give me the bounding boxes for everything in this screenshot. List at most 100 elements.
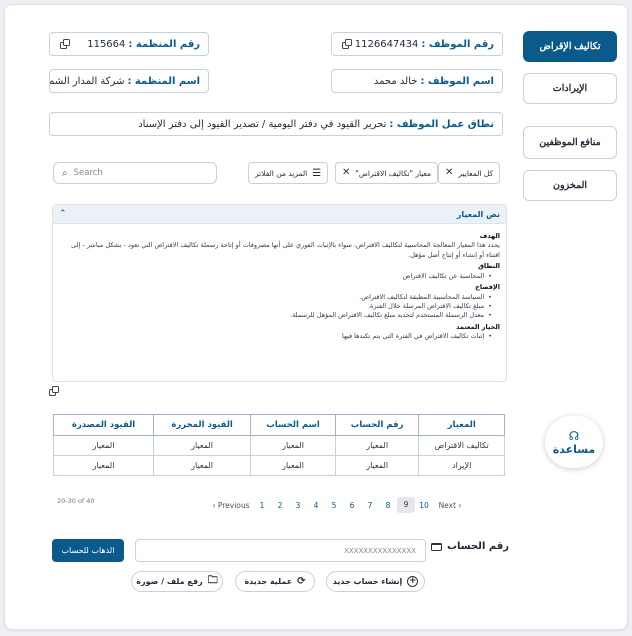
page-link[interactable]: 8	[379, 501, 397, 510]
more-filters-label: المزيد من الفلاتر	[255, 168, 308, 178]
work-scope-field: نطاق عمل الموظف : تحرير القيود في دفتر ا…	[49, 112, 503, 136]
pagination-range: 20-30 of 40	[57, 497, 95, 505]
standard-panel-body: الهدف يحدد هذا المعيار المعالجة المحاسبي…	[53, 224, 506, 342]
account-number-label: رقم الحساب	[447, 541, 509, 552]
org-number-value: 115664	[87, 38, 126, 50]
table-cell: الإيراد	[418, 455, 505, 476]
section-heading: النطاق	[478, 262, 500, 271]
new-account-label: إنشاء حساب جديد	[332, 577, 403, 586]
search-input[interactable]: ⌕ Search	[53, 162, 217, 184]
help-label: مساعدة	[552, 442, 596, 456]
refresh-icon: ⟳	[297, 576, 306, 587]
new-operation-label: عملية جديدة	[244, 577, 293, 586]
filter-icon: ☰	[312, 167, 322, 179]
table-cell: المعيار	[334, 435, 420, 456]
table-cell: المعيار	[153, 435, 252, 456]
headset-icon: ☊	[568, 428, 580, 443]
page-link[interactable]: 2	[271, 501, 289, 510]
go-to-account-button[interactable]: الذهاب للحساب	[52, 539, 124, 562]
standard-panel-header[interactable]: ⌃ نص المعيار	[53, 205, 506, 224]
filter-chip-all-standards[interactable]: كل المعايير ✕	[438, 162, 501, 184]
page-link-current[interactable]: 9	[397, 497, 415, 513]
section-heading: الخيار المعتمد	[456, 322, 500, 331]
plus-circle-icon: +	[407, 576, 419, 587]
more-filters-button[interactable]: ☰ المزيد من الفلاتر	[248, 162, 329, 184]
employee-name-value: خالد محمد	[373, 75, 418, 87]
list-item: إثبات تكاليف الاقتراض في الفترة التي يتم…	[59, 332, 492, 341]
close-icon[interactable]: ✕	[445, 168, 453, 178]
table-cell: المعيار	[250, 435, 336, 456]
employee-number-label: رقم الموظف :	[421, 38, 494, 50]
folder-upload-icon: 🗀	[207, 575, 218, 586]
section-text: يحدد هذا المعيار المعالجة المحاسبية لتكا…	[71, 241, 500, 259]
column-header: رقم الحساب	[334, 414, 420, 436]
account-number-label-group: رقم الحساب	[431, 541, 509, 552]
page-link[interactable]: 7	[361, 501, 379, 510]
new-operation-button[interactable]: ⟳ عملية جديدة	[235, 571, 315, 592]
table-cell: تكاليف الاقتراض	[418, 435, 505, 456]
search-icon: ⌕	[62, 167, 68, 179]
work-scope-value: تحرير القيود في دفتر اليومية / تصدير الق…	[138, 118, 387, 130]
copy-icon[interactable]	[60, 39, 70, 50]
new-account-button[interactable]: + إنشاء حساب جديد	[326, 571, 425, 592]
column-header: اسم الحساب	[250, 414, 336, 436]
employee-name-label: اسم الموظف :	[420, 75, 494, 87]
upload-label: رفع ملف / صورة	[136, 577, 203, 586]
org-name-value: شركة المدار الشمالي	[49, 75, 125, 87]
copy-icon[interactable]	[342, 39, 352, 50]
next-page-button[interactable]: Next ›	[433, 501, 467, 510]
copy-icon[interactable]	[49, 386, 59, 397]
filter-chip-borrowing-costs[interactable]: معيار "تكاليف الاقتراض" ✕	[335, 162, 439, 184]
table-cell: المعيار	[52, 455, 155, 476]
pagination: ‹ Previous 1 2 3 4 5 6 7 8 9 10 Next ›	[209, 497, 467, 513]
org-number-field: رقم المنظمة : 115664	[49, 32, 209, 56]
employee-name-field: اسم الموظف : خالد محمد	[331, 69, 503, 93]
list-item: المحاسبة عن تكاليف الاقتراض	[59, 272, 492, 281]
accounts-table: المعيار رقم الحساب اسم الحساب القيود الم…	[52, 414, 505, 476]
org-number-label: رقم المنظمة :	[128, 38, 200, 50]
column-header: القيود المصدرة	[52, 414, 155, 436]
list-item: معدل الرسملة المستخدم لتحديد مبلغ تكاليف…	[59, 311, 492, 320]
section-heading: الهدف	[479, 232, 500, 240]
close-icon[interactable]: ✕	[342, 168, 350, 178]
page-link[interactable]: 6	[343, 501, 361, 510]
page-link[interactable]: 5	[325, 501, 343, 510]
page-link[interactable]: 4	[307, 501, 325, 510]
table-row[interactable]: الإيراد المعيار المعيار المعيار المعيار	[52, 455, 505, 476]
table-cell: المعيار	[250, 455, 336, 476]
table-row[interactable]: تكاليف الاقتراض المعيار المعيار المعيار …	[52, 435, 505, 456]
column-header: القيود المحررة	[153, 414, 252, 436]
account-number-input[interactable]: XXXXXXXXXXXXXXX	[135, 539, 426, 562]
upload-file-button[interactable]: 🗀 رفع ملف / صورة	[131, 571, 223, 592]
table-cell: المعيار	[52, 435, 155, 456]
list-item: مبلغ تكاليف الاقتراض المرسلة خلال الفترة…	[59, 302, 492, 311]
previous-page-button[interactable]: ‹ Previous	[209, 501, 253, 510]
previous-label: Previous	[217, 500, 250, 510]
standard-text-panel: ⌃ نص المعيار الهدف يحدد هذا المعيار المع…	[52, 204, 507, 382]
credit-card-icon	[431, 542, 442, 551]
employee-number-value: 1126647434	[354, 38, 419, 50]
sidebar-item-employee-benefits[interactable]: منافع الموظفين	[523, 126, 617, 159]
filter-chip-label: كل المعايير	[458, 168, 494, 178]
page-link[interactable]: 10	[415, 501, 433, 510]
table-cell: المعيار	[334, 455, 420, 476]
page-link[interactable]: 3	[289, 501, 307, 510]
org-name-field: اسم المنظمة : شركة المدار الشمالي	[49, 69, 209, 93]
sidebar-item-inventory[interactable]: المخزون	[523, 170, 617, 201]
sidebar-item-borrowing-costs[interactable]: تكاليف الإقراض	[523, 31, 617, 62]
table-cell: المعيار	[153, 455, 252, 476]
help-button[interactable]: ☊ مساعدة	[545, 416, 603, 468]
app-frame: تكاليف الإقراض الإيرادات منافع الموظفين …	[4, 4, 628, 630]
employee-number-field: رقم الموظف : 1126647434	[331, 32, 503, 56]
sidebar-item-revenue[interactable]: الإيرادات	[523, 73, 617, 104]
work-scope-label: نطاق عمل الموظف :	[389, 118, 494, 130]
search-placeholder: Search	[73, 168, 103, 178]
filter-chip-label: معيار "تكاليف الاقتراض"	[355, 168, 432, 178]
section-heading: الإفصاح	[475, 283, 500, 292]
column-header: المعيار	[418, 414, 505, 436]
page-link[interactable]: 1	[253, 501, 271, 510]
sidebar: تكاليف الإقراض الإيرادات منافع الموظفين …	[523, 31, 617, 212]
org-name-label: اسم المنظمة :	[127, 75, 200, 87]
chevron-up-icon[interactable]: ⌃	[59, 209, 67, 219]
list-item: السياسة المحاسبية المطبقة لتكاليف الاقتر…	[59, 293, 492, 302]
